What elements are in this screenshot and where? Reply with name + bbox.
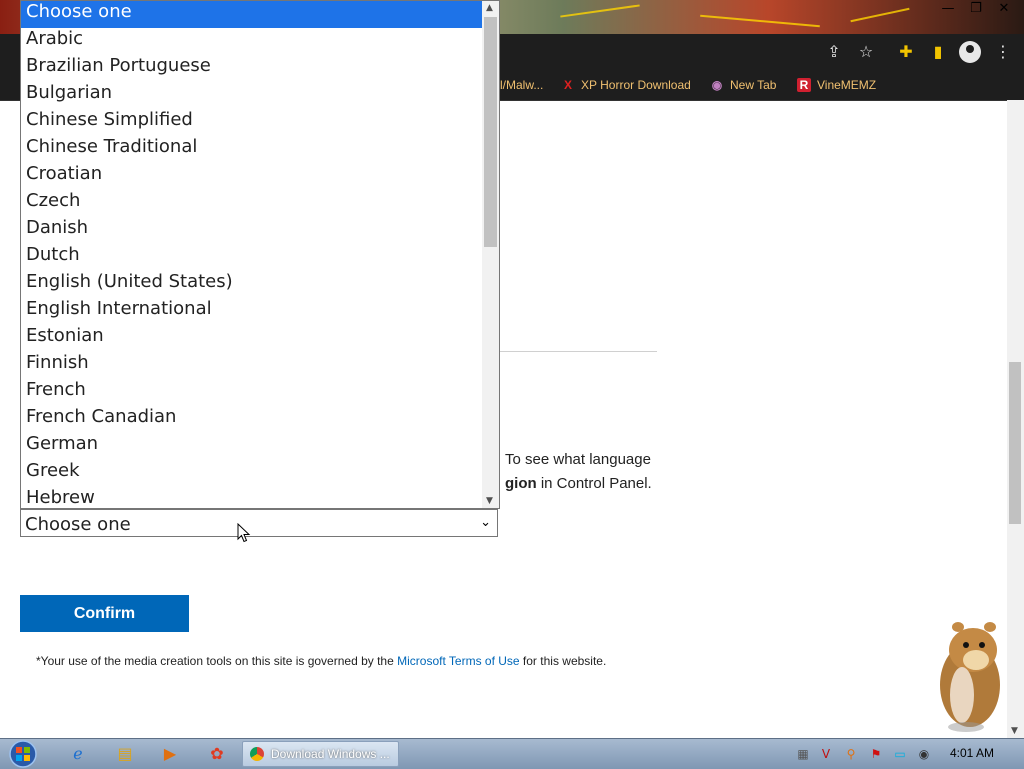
language-note: To see what language gion in Control Pan… — [505, 448, 675, 496]
terms-suffix: for this website. — [519, 654, 607, 668]
terms-text: *Your use of the media creation tools on… — [36, 654, 606, 668]
language-note-line: To see what language — [505, 451, 651, 468]
decor-streak — [560, 4, 640, 18]
language-option[interactable]: English International — [21, 298, 483, 325]
window-controls: — ❐ ✕ — [936, 0, 1016, 18]
share-icon[interactable]: ⇪ — [823, 41, 845, 63]
language-select[interactable]: Choose one ⌄ — [20, 509, 498, 537]
minimize-button[interactable]: — — [936, 0, 960, 18]
language-option[interactable]: Choose one — [21, 1, 483, 28]
search-icon[interactable]: ⚲ — [843, 746, 859, 762]
taskbar-clock[interactable]: 4:01 AM — [950, 746, 994, 760]
sidebar-icon[interactable]: ▮ — [927, 41, 949, 63]
decor-streak — [700, 14, 820, 28]
language-option[interactable]: Dutch — [21, 244, 483, 271]
bookmark-label: New Tab — [730, 78, 777, 92]
language-option[interactable]: Czech — [21, 190, 483, 217]
network-icon[interactable]: ▭ — [892, 746, 908, 762]
scrollbar-thumb[interactable] — [484, 17, 497, 247]
media-player-icon[interactable]: ▶ — [152, 742, 188, 766]
internet-explorer-icon[interactable]: ℯ — [60, 742, 96, 766]
bookmark-label: XP Horror Download — [581, 78, 691, 92]
extensions-icon[interactable]: ✚ — [895, 41, 917, 63]
maximize-button[interactable]: ❐ — [964, 0, 988, 18]
hamster-mascot-image — [940, 622, 1000, 732]
language-option[interactable]: Estonian — [21, 325, 483, 352]
scroll-down-icon[interactable]: ▼ — [1011, 726, 1019, 736]
scroll-up-icon[interactable]: ▲ — [486, 3, 493, 13]
chevron-down-icon: ⌄ — [480, 515, 491, 530]
language-dropdown-list[interactable]: Choose one Arabic Brazilian Portuguese Bulg… — [20, 0, 500, 509]
language-option[interactable]: Chinese Simplified — [21, 109, 483, 136]
language-option[interactable]: Danish — [21, 217, 483, 244]
divider — [500, 351, 657, 352]
language-option[interactable]: Chinese Traditional — [21, 136, 483, 163]
language-option[interactable]: Brazilian Portuguese — [21, 55, 483, 82]
app-icon[interactable]: ✿ — [199, 742, 235, 766]
terms-of-use-link[interactable]: Microsoft Terms of Use — [397, 654, 519, 668]
bookmark-item[interactable]: l/Malw... — [500, 76, 543, 94]
bookmark-item[interactable]: R VineMEMZ — [797, 76, 876, 94]
profile-icon[interactable] — [959, 41, 981, 63]
dropdown-options: Choose one Arabic Brazilian Portuguese Bulg… — [21, 1, 483, 508]
globe-icon: ◉ — [711, 78, 723, 92]
language-option[interactable]: Bulgarian — [21, 82, 483, 109]
menu-icon[interactable]: ⋮ — [992, 41, 1014, 63]
folder-icon[interactable]: ▤ — [107, 742, 143, 766]
page-scrollbar[interactable]: ▼ — [1007, 100, 1024, 738]
taskbar-chrome-window[interactable]: Download Windows ... — [242, 741, 399, 767]
close-window-button[interactable]: ✕ — [992, 0, 1016, 18]
chrome-icon — [250, 747, 264, 761]
scroll-down-icon[interactable]: ▼ — [486, 496, 493, 506]
bookmark-label: l/Malw... — [500, 78, 544, 92]
language-option[interactable]: French — [21, 379, 483, 406]
decor-streak — [850, 7, 910, 23]
mouse-cursor-icon — [237, 523, 251, 543]
x-icon: X — [563, 78, 572, 92]
bookmark-label: VineMEMZ — [817, 78, 877, 92]
tray-icon[interactable]: ▦ — [795, 746, 811, 762]
star-icon[interactable]: ☆ — [855, 41, 877, 63]
language-option[interactable]: Arabic — [21, 28, 483, 55]
language-note-bold: gion — [505, 475, 537, 492]
language-option[interactable]: Croatian — [21, 163, 483, 190]
flag-icon[interactable]: ⚑ — [868, 746, 884, 762]
bookmark-item[interactable]: ◉ New Tab — [710, 76, 777, 94]
language-option[interactable]: Hebrew — [21, 487, 483, 508]
language-option[interactable]: Greek — [21, 460, 483, 487]
language-option[interactable]: Finnish — [21, 352, 483, 379]
bookmark-item[interactable]: X XP Horror Download — [561, 76, 691, 94]
scrollbar-thumb[interactable] — [1009, 362, 1021, 524]
dropdown-scrollbar[interactable]: ▲ ▼ — [482, 1, 499, 508]
terms-prefix: *Your use of the media creation tools on… — [36, 654, 398, 668]
taskbar-window-title: Download Windows ... — [271, 747, 390, 761]
language-note-rest: in Control Panel. — [536, 475, 652, 492]
language-option[interactable]: French Canadian — [21, 406, 483, 433]
confirm-button[interactable]: Confirm — [20, 595, 189, 632]
volume-icon[interactable]: ◉ — [916, 746, 932, 762]
windows-taskbar: ℯ ▤ ▶ ✿ Download Windows ... ▦ V ⚲ ⚑ ▭ ◉… — [0, 738, 1024, 769]
start-button[interactable] — [4, 739, 42, 769]
tray-v-icon[interactable]: V — [818, 746, 834, 762]
r-icon: R — [797, 78, 811, 92]
language-option[interactable]: English (United States) — [21, 271, 483, 298]
language-select-value: Choose one — [25, 514, 131, 535]
language-option[interactable]: German — [21, 433, 483, 460]
